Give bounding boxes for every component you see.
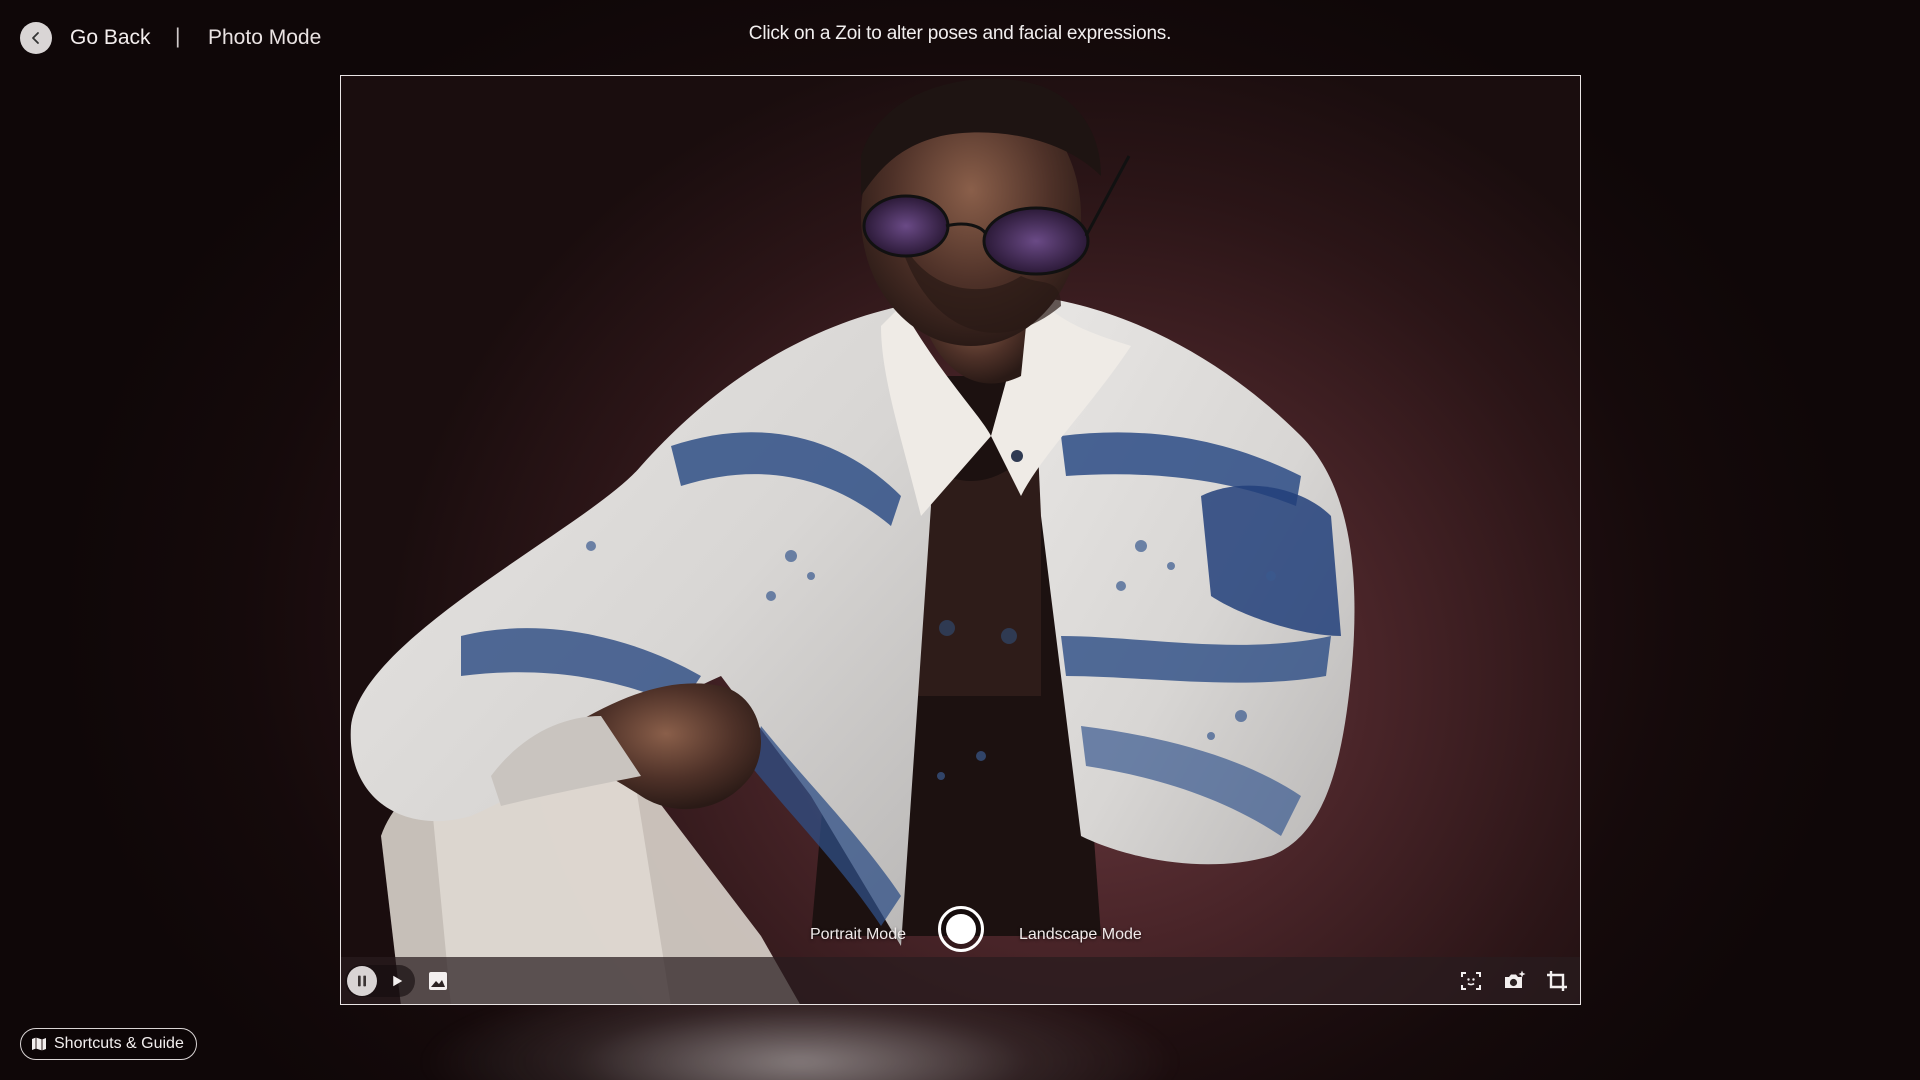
shortcuts-label: Shortcuts & Guide	[54, 1035, 184, 1052]
face-focus-icon	[1461, 972, 1481, 990]
photo-mode-screen: Go Back | Photo Mode Click on a Zoi to a…	[0, 0, 1920, 1080]
landscape-mode-option[interactable]: Landscape Mode	[1019, 926, 1142, 944]
camera-sparkle-icon	[1505, 970, 1526, 988]
instruction-hint: Click on a Zoi to alter poses and facial…	[748, 23, 1172, 44]
capture-controls: Portrait Mode Landscape Mode	[341, 898, 1580, 958]
shortcuts-guide-button[interactable]: Shortcuts & Guide	[20, 1028, 197, 1060]
gallery-button[interactable]	[422, 965, 454, 997]
camera-effects-button[interactable]	[1498, 965, 1530, 997]
photo-viewport[interactable]: Portrait Mode Landscape Mode	[340, 75, 1581, 1005]
gallery-icon	[429, 972, 447, 990]
zoi-character-figure[interactable]	[341, 76, 1581, 1005]
crop-button[interactable]	[1541, 965, 1573, 997]
pause-icon	[358, 975, 366, 987]
top-bar: Go Back | Photo Mode Click on a Zoi to a…	[0, 0, 1920, 76]
portrait-mode-option[interactable]: Portrait Mode	[810, 926, 906, 944]
play-icon	[393, 975, 403, 987]
photo-toolbar	[341, 957, 1580, 1004]
crop-icon	[1547, 971, 1567, 991]
face-focus-button[interactable]	[1455, 965, 1487, 997]
pause-button[interactable]	[347, 966, 377, 996]
play-button[interactable]	[381, 965, 413, 997]
map-icon	[32, 1037, 46, 1051]
shutter-button[interactable]	[938, 906, 984, 952]
